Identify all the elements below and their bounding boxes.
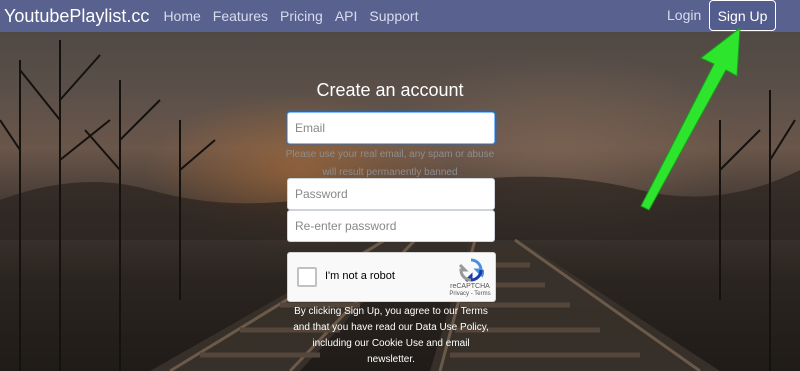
recaptcha-widget: I'm not a robot reCAPTCHA Privacy - Term…	[287, 252, 496, 302]
nav-link-support[interactable]: Support	[369, 8, 418, 24]
email-hint-line: Please use your real email, any spam or …	[285, 149, 495, 160]
password-field[interactable]: Password	[287, 178, 495, 210]
page-title: Create an account	[316, 80, 464, 100]
nav-link-home[interactable]: Home	[163, 8, 200, 24]
signup-button[interactable]: Sign Up	[709, 0, 776, 31]
terms-text: By clicking Sign Up, you agree to our Te…	[284, 304, 498, 368]
nav-link-features[interactable]: Features	[213, 8, 268, 24]
terms-line: newsletter.	[367, 354, 415, 365]
terms-line: including our Cookie Use and email	[312, 338, 470, 349]
email-hint: Please use your real email, any spam or …	[283, 146, 497, 182]
reenter-password-field[interactable]: Re-enter password	[287, 210, 495, 242]
recaptcha-label: I'm not a robot	[325, 270, 395, 282]
login-link[interactable]: Login	[667, 7, 701, 23]
recaptcha-links[interactable]: Privacy - Terms	[446, 291, 494, 297]
recaptcha-checkbox[interactable]	[297, 267, 317, 287]
brand-logo[interactable]: YoutubePlaylist.cc	[4, 6, 149, 27]
nav-link-pricing[interactable]: Pricing	[280, 8, 323, 24]
terms-line: and that you have read our Data Use Poli…	[293, 322, 489, 333]
recaptcha-brand: reCAPTCHA	[450, 283, 490, 290]
recaptcha-icon	[458, 258, 484, 283]
email-field[interactable]: Email	[287, 112, 495, 144]
terms-line: By clicking Sign Up, you agree to our Te…	[294, 306, 488, 317]
nav-link-api[interactable]: API	[335, 8, 358, 24]
